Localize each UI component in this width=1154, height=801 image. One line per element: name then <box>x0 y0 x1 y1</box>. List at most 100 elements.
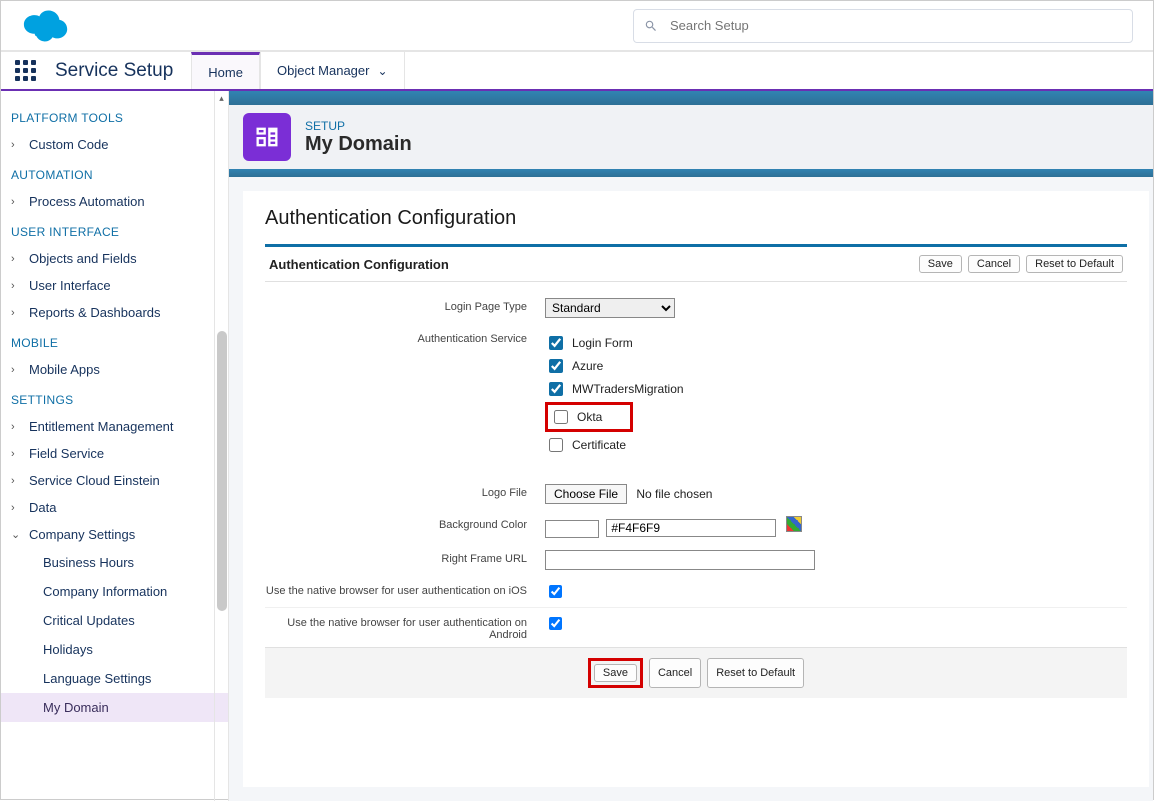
sidebar-item-label: Field Service <box>29 446 104 461</box>
chevron-right-icon: › <box>11 364 25 376</box>
auth-login-form-checkbox[interactable] <box>549 336 563 350</box>
scroll-up-icon: ▴ <box>215 91 228 105</box>
auth-mwtraders-label: MWTradersMigration <box>572 382 684 396</box>
save-highlight: Save <box>588 658 643 688</box>
sidebar-item-objects-and-fields[interactable]: › Objects and Fields <box>1 245 228 272</box>
my-domain-icon <box>243 113 291 161</box>
login-page-type-label: Login Page Type <box>265 298 545 313</box>
auth-service-label: Authentication Service <box>265 330 545 345</box>
sidebar-item-user-interface[interactable]: › User Interface <box>1 272 228 299</box>
sidebar-heading-settings: SETTINGS <box>1 383 228 413</box>
auth-azure-label: Azure <box>572 359 603 373</box>
native-android-label: Use the native browser for user authenti… <box>265 614 545 641</box>
sidebar-item-label: Custom Code <box>29 137 108 152</box>
chevron-right-icon: › <box>11 307 25 319</box>
sidebar-heading-mobile: MOBILE <box>1 326 228 356</box>
auth-login-form-label: Login Form <box>572 336 633 350</box>
sidebar-item-field-service[interactable]: › Field Service <box>1 440 228 467</box>
tab-object-manager[interactable]: Object Manager ⌄ <box>260 52 405 89</box>
auth-certificate-label: Certificate <box>572 438 626 452</box>
native-android-checkbox[interactable] <box>549 617 562 630</box>
sidebar-sub-business-hours[interactable]: Business Hours <box>1 548 228 577</box>
page-title: My Domain <box>305 133 412 156</box>
sidebar-item-label: Company Settings <box>29 527 135 542</box>
save-button-top[interactable]: Save <box>919 255 962 273</box>
native-ios-checkbox[interactable] <box>549 585 562 598</box>
sidebar-sub-critical-updates[interactable]: Critical Updates <box>1 606 228 635</box>
search-input[interactable] <box>668 17 1122 34</box>
auth-config-panel: Authentication Configuration Save Cancel… <box>265 244 1127 698</box>
sidebar-item-label: Objects and Fields <box>29 251 137 266</box>
sidebar-item-service-cloud-einstein[interactable]: ›Service Cloud Einstein <box>1 467 228 494</box>
sidebar-item-label: Service Cloud Einstein <box>29 473 160 488</box>
chevron-down-icon: ⌄ <box>377 64 387 78</box>
reset-button-top[interactable]: Reset to Default <box>1026 255 1123 273</box>
sidebar-item-label: User Interface <box>29 278 111 293</box>
sidebar-item-process-automation[interactable]: › Process Automation <box>1 188 228 215</box>
bgcolor-label: Background Color <box>265 516 545 531</box>
search-icon <box>644 19 658 33</box>
tab-home[interactable]: Home <box>191 52 260 89</box>
native-ios-label: Use the native browser for user authenti… <box>265 582 545 597</box>
choose-file-button[interactable]: Choose File <box>545 484 627 504</box>
main-content: SETUP My Domain Authentication Configura… <box>229 91 1153 801</box>
chevron-right-icon: › <box>11 502 25 514</box>
sidebar-sub-holidays[interactable]: Holidays <box>1 635 228 664</box>
bgcolor-swatch[interactable] <box>545 520 599 538</box>
color-picker-icon[interactable] <box>786 516 802 532</box>
file-status: No file chosen <box>636 487 712 501</box>
scroll-thumb[interactable] <box>217 331 227 611</box>
sidebar-sub-language-settings[interactable]: Language Settings <box>1 664 228 693</box>
salesforce-cloud-icon <box>19 9 69 43</box>
chevron-right-icon: › <box>11 421 25 433</box>
chevron-right-icon: › <box>11 196 25 208</box>
auth-certificate-checkbox[interactable] <box>549 438 563 452</box>
login-page-type-select[interactable]: Standard <box>545 298 675 318</box>
decorative-band <box>229 169 1153 177</box>
chevron-down-icon: ⌄ <box>11 528 25 541</box>
app-name: Service Setup <box>49 52 191 89</box>
sidebar-item-reports-dashboards[interactable]: › Reports & Dashboards <box>1 299 228 326</box>
sidebar-item-label: Mobile Apps <box>29 362 100 377</box>
panel-footer: Save Cancel Reset to Default <box>265 647 1127 698</box>
cancel-button-top[interactable]: Cancel <box>968 255 1020 273</box>
chevron-right-icon: › <box>11 280 25 292</box>
chevron-right-icon: › <box>11 448 25 460</box>
reset-button-bottom[interactable]: Reset to Default <box>707 658 804 688</box>
auth-okta-checkbox[interactable] <box>554 410 568 424</box>
sidebar-heading-user-interface: USER INTERFACE <box>1 215 228 245</box>
sidebar-item-entitlement-management[interactable]: › Entitlement Management <box>1 413 228 440</box>
sidebar-item-label: Process Automation <box>29 194 145 209</box>
logo-file-label: Logo File <box>265 484 545 499</box>
sidebar-item-custom-code[interactable]: ›Custom Code <box>1 131 228 158</box>
content-area: Authentication Configuration Authenticat… <box>243 191 1149 787</box>
app-launcher-icon[interactable] <box>1 52 49 89</box>
cancel-button-bottom[interactable]: Cancel <box>649 658 701 688</box>
sidebar-scrollbar[interactable]: ▴ <box>214 91 228 801</box>
global-search[interactable] <box>633 9 1133 43</box>
tab-object-manager-label: Object Manager <box>277 63 370 78</box>
okta-highlight: Okta <box>545 402 633 432</box>
section-title: Authentication Configuration <box>265 207 1127 230</box>
auth-okta-label: Okta <box>577 410 602 424</box>
panel-title: Authentication Configuration <box>269 257 449 272</box>
sidebar-item-label: Reports & Dashboards <box>29 305 161 320</box>
page-header: SETUP My Domain <box>229 105 1153 169</box>
global-header <box>1 1 1153 51</box>
bgcolor-input[interactable] <box>606 519 776 537</box>
tab-home-label: Home <box>208 65 243 80</box>
save-button-bottom[interactable]: Save <box>594 664 637 682</box>
sidebar-sub-company-information[interactable]: Company Information <box>1 577 228 606</box>
right-frame-url-input[interactable] <box>545 550 815 570</box>
sidebar-item-data[interactable]: ›Data <box>1 494 228 521</box>
sidebar-item-mobile-apps[interactable]: › Mobile Apps <box>1 356 228 383</box>
breadcrumb: SETUP <box>305 119 412 133</box>
sidebar-item-label: Entitlement Management <box>29 419 174 434</box>
sidebar-heading-automation: AUTOMATION <box>1 158 228 188</box>
sidebar-sub-my-domain[interactable]: My Domain <box>1 693 228 722</box>
nav-bar: Service Setup Home Object Manager ⌄ <box>1 51 1153 91</box>
chevron-right-icon: › <box>11 253 25 265</box>
auth-azure-checkbox[interactable] <box>549 359 563 373</box>
auth-mwtraders-checkbox[interactable] <box>549 382 563 396</box>
sidebar-item-company-settings[interactable]: ⌄ Company Settings <box>1 521 228 548</box>
